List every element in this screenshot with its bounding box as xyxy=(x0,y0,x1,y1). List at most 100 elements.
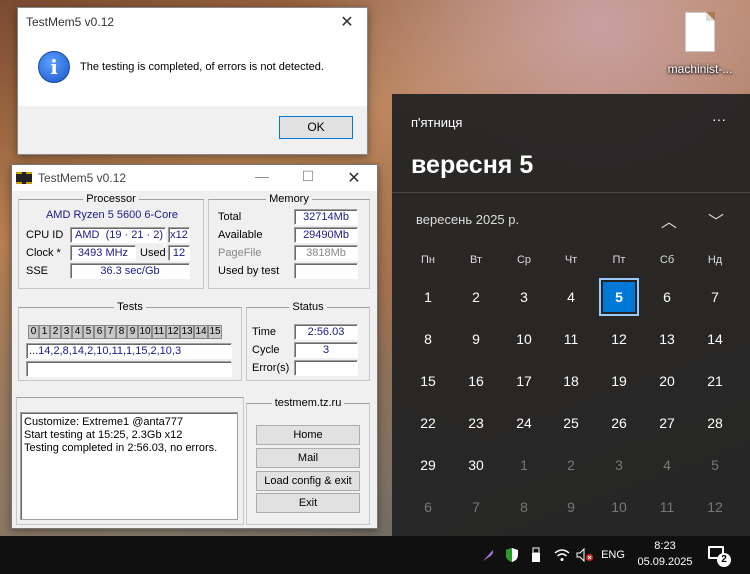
month-year-label[interactable]: вересень 2025 р. xyxy=(416,212,519,227)
calendar-day[interactable]: 15 xyxy=(408,362,448,400)
calendar-day[interactable]: 9 xyxy=(551,488,591,526)
calendar-day[interactable]: 17 xyxy=(504,362,544,400)
dialog-close-button[interactable]: ✕ xyxy=(327,12,367,32)
test-sequence-field: ...14,2,8,14,2,10,11,1,15,2,10,3 xyxy=(26,343,232,359)
calendar-day[interactable]: 4 xyxy=(647,446,687,484)
calendar-day[interactable]: 26 xyxy=(599,404,639,442)
ok-button[interactable]: OK xyxy=(279,116,353,139)
desktop-file-icon[interactable]: machinist-... xyxy=(660,12,740,76)
calendar-day[interactable]: 7 xyxy=(456,488,496,526)
taskbar-clock[interactable]: 8:23 05.09.2025 xyxy=(630,538,700,570)
calendar-day-today[interactable]: 5 xyxy=(599,278,639,316)
pagefile-field: 3818Mb xyxy=(294,245,358,261)
minimize-button[interactable]: — xyxy=(239,168,285,188)
calendar-day[interactable]: 5 xyxy=(695,446,735,484)
cpuid-field: AMD (19 · 21 · 2) xyxy=(70,227,166,243)
calendar-day[interactable]: 20 xyxy=(647,362,687,400)
calendar-day[interactable]: 22 xyxy=(408,404,448,442)
cpuid-label: CPU ID xyxy=(26,229,64,241)
calendar-day[interactable]: 25 xyxy=(551,404,591,442)
processor-legend: Processor xyxy=(86,193,136,205)
exit-button[interactable]: Exit xyxy=(256,493,360,513)
speaker-muted-icon[interactable] xyxy=(574,536,596,574)
calendar-day[interactable]: 3 xyxy=(504,278,544,316)
log-box[interactable]: Customize: Extreme1 @anta777 Start testi… xyxy=(20,412,238,520)
cpuid-vendor: AMD xyxy=(75,229,100,241)
errors-label: Error(s) xyxy=(252,362,290,374)
calendar-day[interactable]: 8 xyxy=(504,488,544,526)
calendar-day[interactable]: 7 xyxy=(695,278,735,316)
memory-chip-icon xyxy=(16,172,32,184)
calendar-day[interactable]: 30 xyxy=(456,446,496,484)
weekday-header: Нд xyxy=(707,254,723,266)
log-line: Testing completed in 2:56.03, no errors. xyxy=(24,442,218,454)
test-cell: 10 xyxy=(138,325,152,339)
test-cell: 6 xyxy=(94,325,105,339)
calendar-day[interactable]: 23 xyxy=(456,404,496,442)
calendar-day[interactable]: 21 xyxy=(695,362,735,400)
calendar-day[interactable]: 1 xyxy=(504,446,544,484)
testmem-titlebar: TestMem5 v0.12 — ☐ ✕ xyxy=(12,165,377,191)
dialog-title: TestMem5 v0.12 xyxy=(26,15,115,29)
sse-field: 36.3 sec/Gb xyxy=(70,263,190,279)
used-field: 12 xyxy=(168,245,190,261)
mail-button[interactable]: Mail xyxy=(256,448,360,468)
calendar-day[interactable]: 24 xyxy=(504,404,544,442)
calendar-day[interactable]: 13 xyxy=(647,320,687,358)
maximize-button[interactable]: ☐ xyxy=(285,168,331,188)
clock-label: Clock * xyxy=(26,247,61,259)
calendar-day[interactable]: 4 xyxy=(551,278,591,316)
calendar-day[interactable]: 1 xyxy=(408,278,448,316)
calendar-day[interactable]: 9 xyxy=(456,320,496,358)
divider xyxy=(392,192,750,193)
calendar-day[interactable]: 19 xyxy=(599,362,639,400)
calendar-day[interactable]: 3 xyxy=(599,446,639,484)
calendar-day[interactable]: 8 xyxy=(408,320,448,358)
calendar-day[interactable]: 29 xyxy=(408,446,448,484)
usedbytest-label: Used by test xyxy=(218,265,280,277)
calendar-day[interactable]: 2 xyxy=(551,446,591,484)
cpuid-value: (19 · 21 · 2) xyxy=(105,229,164,241)
calendar-day[interactable]: 6 xyxy=(408,488,448,526)
calendar-day[interactable]: 16 xyxy=(456,362,496,400)
wifi-icon[interactable] xyxy=(552,536,572,574)
calendar-day[interactable]: 2 xyxy=(456,278,496,316)
calendar-day[interactable]: 28 xyxy=(695,404,735,442)
close-button[interactable]: ✕ xyxy=(331,168,377,188)
shield-icon[interactable] xyxy=(502,536,522,574)
test-cell: 7 xyxy=(105,325,116,339)
testmem-window: TestMem5 v0.12 — ☐ ✕ Processor AMD Ryzen… xyxy=(11,164,378,529)
test-cell: 5 xyxy=(83,325,94,339)
calendar-day[interactable]: 12 xyxy=(695,488,735,526)
more-options-icon[interactable]: ··· xyxy=(712,111,726,127)
usb-icon[interactable] xyxy=(526,536,546,574)
weekday-header: Пт xyxy=(612,254,626,266)
calendar-day[interactable]: 18 xyxy=(551,362,591,400)
language-indicator[interactable]: ENG xyxy=(598,536,628,574)
test-cell: 4 xyxy=(72,325,83,339)
errors-field xyxy=(294,360,358,376)
calendar-day[interactable]: 11 xyxy=(551,320,591,358)
weekday-header: Сб xyxy=(659,254,675,266)
tests-legend: Tests xyxy=(117,301,143,313)
chevron-down-icon[interactable]: ﹀ xyxy=(705,208,727,231)
total-field: 32714Mb xyxy=(294,209,358,225)
log-line: Customize: Extreme1 @anta777 xyxy=(24,416,184,428)
calendar-day[interactable]: 6 xyxy=(647,278,687,316)
notification-count: 2 xyxy=(717,553,731,567)
chevron-up-icon[interactable]: ︿ xyxy=(658,208,680,231)
calendar-day[interactable]: 10 xyxy=(599,488,639,526)
calendar-day[interactable]: 11 xyxy=(647,488,687,526)
calendar-day[interactable]: 14 xyxy=(695,320,735,358)
calendar-day[interactable]: 10 xyxy=(504,320,544,358)
calendar-day[interactable]: 12 xyxy=(599,320,639,358)
time-label: Time xyxy=(252,326,277,338)
load-config-button[interactable]: Load config & exit xyxy=(256,471,360,491)
notification-icon[interactable]: 2 xyxy=(706,542,732,568)
time-field: 2:56.03 xyxy=(294,324,358,340)
calendar-day[interactable]: 27 xyxy=(647,404,687,442)
feather-icon[interactable] xyxy=(478,536,498,574)
home-button[interactable]: Home xyxy=(256,425,360,445)
processor-name: AMD Ryzen 5 5600 6-Core xyxy=(45,209,179,221)
log-line: Start testing at 15:25, 2.3Gb x12 xyxy=(24,429,183,441)
